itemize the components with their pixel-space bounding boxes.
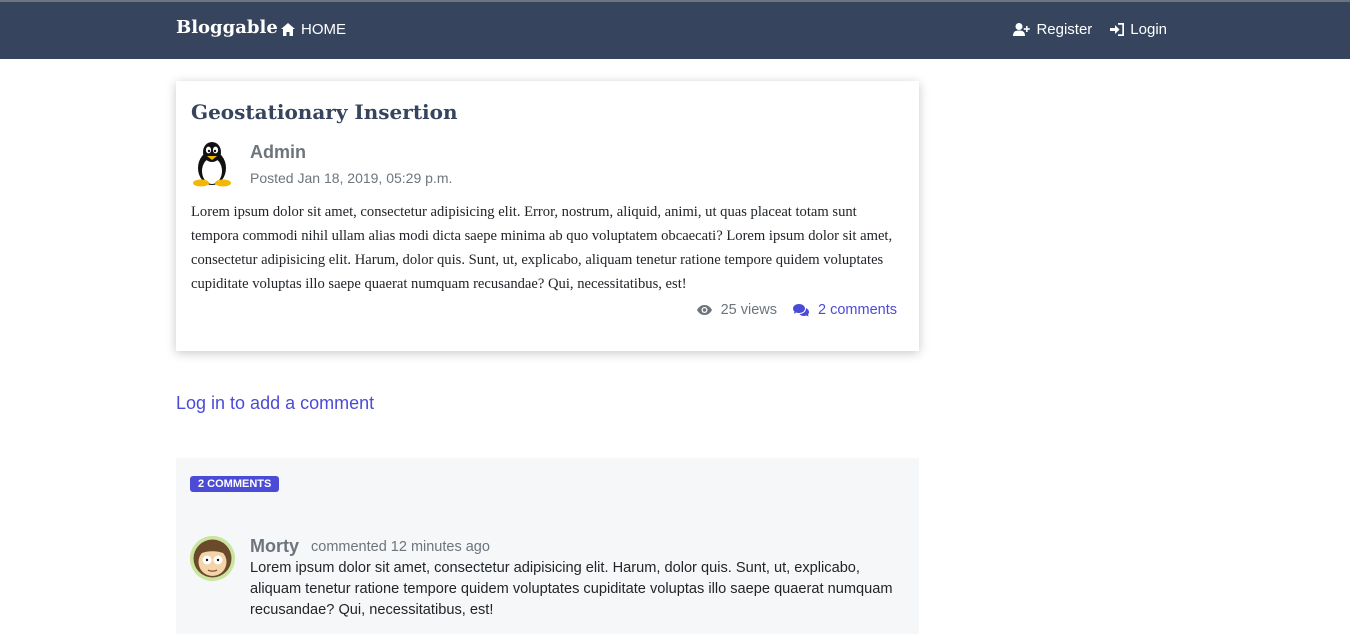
- post-body: Lorem ipsum dolor sit amet, consectetur …: [191, 204, 893, 292]
- comments-link-label: 2 comments: [818, 302, 897, 318]
- nav-auth-links: Register Login: [1013, 21, 1167, 38]
- comment-author[interactable]: Morty: [250, 536, 299, 557]
- post-title: Geostationary Insertion: [191, 100, 458, 124]
- top-navbar: Bloggable HOME Register Login: [0, 0, 1350, 59]
- user-plus-icon: [1013, 23, 1031, 36]
- brand-logo[interactable]: Bloggable: [176, 17, 278, 38]
- comments-section: 2 COMMENTS Morty commented 12 minutes ag…: [176, 458, 919, 634]
- register-link[interactable]: Register: [1013, 21, 1092, 38]
- login-link[interactable]: Login: [1110, 21, 1167, 38]
- post-author[interactable]: Admin: [250, 142, 306, 163]
- nav-home-link[interactable]: HOME: [281, 21, 346, 38]
- login-label: Login: [1130, 21, 1167, 38]
- post-date: Posted Jan 18, 2019, 05:29 p.m.: [250, 170, 453, 186]
- post-card: Geostationary Insertion Admin Posted Jan…: [176, 81, 919, 351]
- comment-timestamp: commented 12 minutes ago: [311, 539, 490, 555]
- eye-icon: [696, 305, 712, 315]
- home-icon: [281, 23, 295, 36]
- post-meta: 25 views 2 comments: [696, 302, 897, 318]
- comments-count-link[interactable]: 2 comments: [793, 302, 897, 318]
- register-label: Register: [1036, 21, 1093, 38]
- views-label: 25 views: [720, 302, 778, 318]
- comment-text: Lorem ipsum dolor sit amet, consectetur …: [250, 560, 893, 618]
- views-count: 25 views: [696, 302, 778, 318]
- comments-badge: 2 COMMENTS: [190, 476, 280, 492]
- nav-home-label: HOME: [301, 21, 346, 38]
- login-to-comment-link[interactable]: Log in to add a comment: [176, 393, 374, 414]
- tux-penguin-avatar: [193, 142, 231, 187]
- morty-avatar: [190, 536, 235, 581]
- sign-in-icon: [1110, 23, 1125, 36]
- comments-icon: [793, 303, 810, 317]
